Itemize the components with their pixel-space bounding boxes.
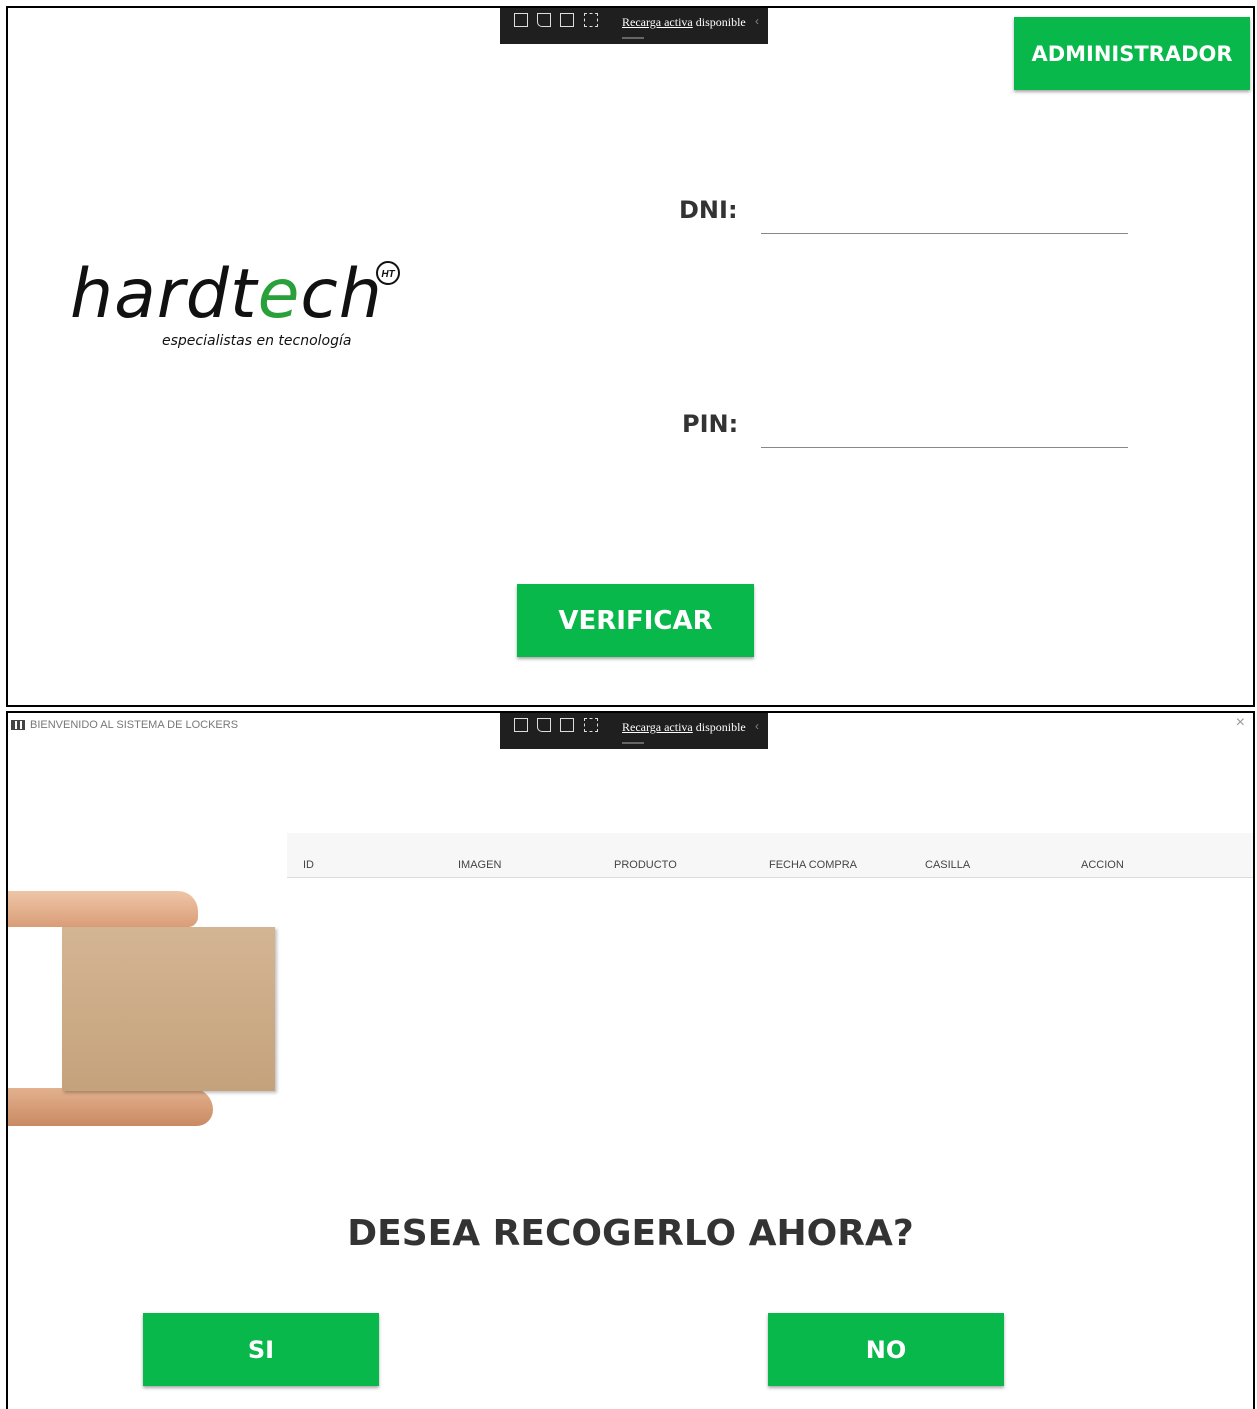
column-header-fecha-compra[interactable]: FECHA COMPRA: [769, 859, 857, 871]
pointer-icon[interactable]: [537, 13, 551, 27]
screenshot-icon[interactable]: [584, 718, 598, 732]
dni-underline: [761, 233, 1128, 234]
reload-status-text: disponible: [692, 15, 746, 29]
select-element-icon[interactable]: [514, 718, 528, 732]
logo-badge: HT: [376, 261, 400, 285]
pickup-screen: BIENVENIDO AL SISTEMA DE LOCKERS × Recar…: [6, 711, 1255, 1409]
column-header-producto[interactable]: PRODUCTO: [614, 859, 677, 871]
yes-button[interactable]: SI: [143, 1313, 379, 1386]
column-header-imagen[interactable]: IMAGEN: [458, 859, 501, 871]
debug-toolbar-2: Recarga activa disponible ‹: [500, 713, 768, 749]
no-button[interactable]: NO: [768, 1313, 1004, 1386]
frame-icon[interactable]: [560, 718, 574, 732]
pin-field[interactable]: [761, 412, 1129, 446]
close-icon[interactable]: ×: [1236, 714, 1245, 732]
cardboard-box: [62, 927, 275, 1091]
pointer-icon[interactable]: [537, 718, 551, 732]
pickup-question: DESEA RECOGERLO AHORA?: [347, 1213, 914, 1254]
column-header-id[interactable]: ID: [303, 859, 314, 871]
toolbar-grip[interactable]: [622, 742, 644, 744]
login-screen: Recarga activa disponible ‹ ADMINISTRADO…: [6, 6, 1255, 707]
dni-field[interactable]: [761, 198, 1129, 232]
logo-word: hardtech: [70, 255, 383, 334]
frame-icon[interactable]: [560, 13, 574, 27]
reload-link[interactable]: Recarga activa: [622, 720, 693, 734]
select-element-icon[interactable]: [514, 13, 528, 27]
window-title: BIENVENIDO AL SISTEMA DE LOCKERS: [30, 719, 239, 731]
verify-button[interactable]: VERIFICAR: [517, 584, 754, 657]
hardtech-logo: hardtech HT especialistas en tecnología: [70, 261, 410, 356]
package-illustration: [8, 883, 278, 1128]
column-header-casilla[interactable]: CASILLA: [925, 859, 970, 871]
upper-hand: [8, 891, 198, 927]
chevron-left-icon[interactable]: ‹: [755, 14, 759, 28]
debug-toolbar: Recarga activa disponible ‹: [500, 8, 768, 44]
reload-status: Recarga activa disponible: [622, 15, 746, 30]
column-header-accion[interactable]: ACCION: [1081, 859, 1124, 871]
app-grid-icon: [11, 720, 25, 730]
reload-link[interactable]: Recarga activa: [622, 15, 693, 29]
toolbar-grip[interactable]: [622, 37, 644, 39]
reload-status-text: disponible: [692, 720, 746, 734]
admin-button[interactable]: ADMINISTRADOR: [1014, 17, 1250, 90]
products-table-header: [287, 833, 1253, 878]
chevron-left-icon[interactable]: ‹: [755, 719, 759, 733]
dni-label: DNI:: [679, 196, 738, 224]
screenshot-icon[interactable]: [584, 13, 598, 27]
lower-hand: [8, 1088, 213, 1126]
reload-status: Recarga activa disponible: [622, 720, 746, 735]
logo-tagline: especialistas en tecnología: [162, 333, 352, 349]
pin-label: PIN:: [682, 410, 739, 438]
pin-underline: [761, 447, 1128, 448]
